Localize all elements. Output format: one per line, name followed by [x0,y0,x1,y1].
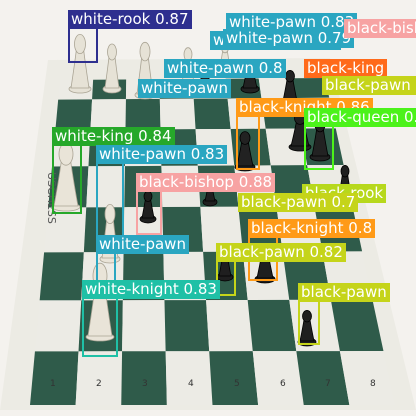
board-file-label: 3 [142,379,148,389]
board-square [34,300,82,352]
board-square [90,99,126,130]
board-square [195,128,235,166]
board-file-label: 6 [280,379,286,389]
board-square [234,165,277,207]
board-square [88,129,126,167]
board-square [206,299,253,352]
board-square [55,99,93,131]
board-square [122,251,165,301]
board-square [124,129,162,167]
board-file-label: 7 [325,379,331,389]
board-square [164,300,210,352]
board-file-label: 2 [96,379,102,389]
board-square [160,129,198,166]
board-square [247,299,297,352]
board-square [125,98,161,130]
board-file-label: 8 [370,379,376,389]
board-square [270,165,315,207]
board-file-label: 1 [50,379,56,389]
board-square [39,252,84,301]
chessboard-photo: USCHESS 12345678 [0,0,416,416]
board-square [291,78,330,98]
board-square [122,300,166,352]
board-square [159,98,196,130]
board-square [161,165,201,208]
board-square [162,206,204,252]
detection-scene: USCHESS 12345678 white-rook 0.87 white-pa… [0,0,416,416]
board-square [163,251,207,301]
board-square [252,351,304,405]
board-file-label: 4 [188,379,194,389]
board-square [227,98,266,129]
board-square [282,251,331,300]
board-file-label: 5 [234,379,240,389]
board-square [193,98,231,130]
board-square [200,206,243,252]
board-square [276,206,323,252]
board-square [124,165,163,208]
board-square [86,166,125,208]
board-square [238,206,283,252]
